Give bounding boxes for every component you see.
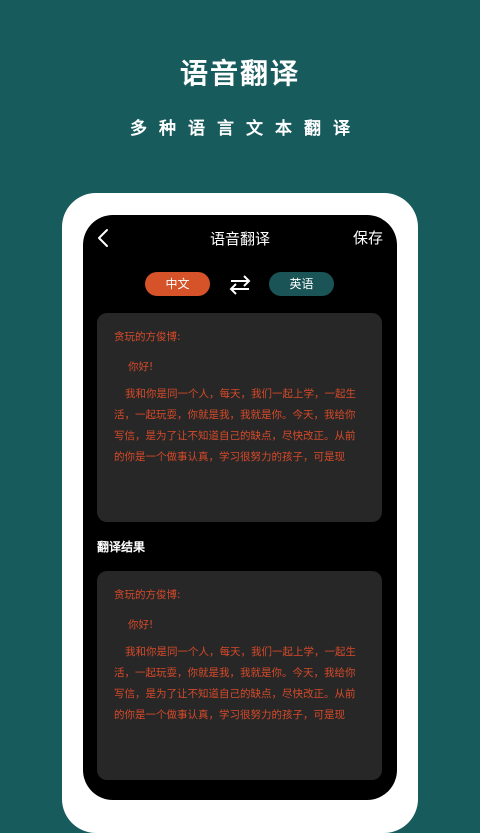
source-language-button[interactable]: 中文 — [145, 272, 210, 296]
promo-title: 语音翻译 — [179, 57, 300, 90]
phone-screen: 语音翻译 保存 中文 英语 贪玩的方俊博: 你好! 我和你是同一个人，每天，我们… — [83, 215, 397, 800]
promo-subtitle: 多种语言文本翻译 — [130, 119, 362, 139]
result-body: 我和你是同一个人，每天，我们一起上学，一起生活，一起玩耍，你就是我，我就是你。今… — [114, 646, 356, 721]
target-language-button[interactable]: 英语 — [269, 272, 334, 296]
result-salutation: 贪玩的方俊博: — [114, 589, 181, 601]
source-salutation: 贪玩的方俊博: — [114, 331, 181, 343]
result-greeting: 你好! — [128, 619, 154, 631]
result-text-card: 贪玩的方俊博: 你好! 我和你是同一个人，每天，我们一起上学，一起生活，一起玩耍… — [97, 571, 382, 780]
nav-bar: 语音翻译 保存 — [83, 215, 397, 261]
source-body: 我和你是同一个人，每天，我们一起上学，一起生活，一起玩耍，你就是我，我就是你。今… — [114, 388, 356, 463]
result-label: 翻译结果 — [97, 540, 146, 554]
save-button[interactable]: 保存 — [353, 227, 383, 248]
source-text-card[interactable]: 贪玩的方俊博: 你好! 我和你是同一个人，每天，我们一起上学，一起生活，一起玩耍… — [97, 313, 382, 522]
language-selector: 中文 英语 — [83, 272, 397, 298]
nav-title: 语音翻译 — [209, 230, 270, 248]
source-greeting: 你好! — [128, 361, 154, 373]
swap-arrows-icon[interactable] — [229, 274, 251, 296]
